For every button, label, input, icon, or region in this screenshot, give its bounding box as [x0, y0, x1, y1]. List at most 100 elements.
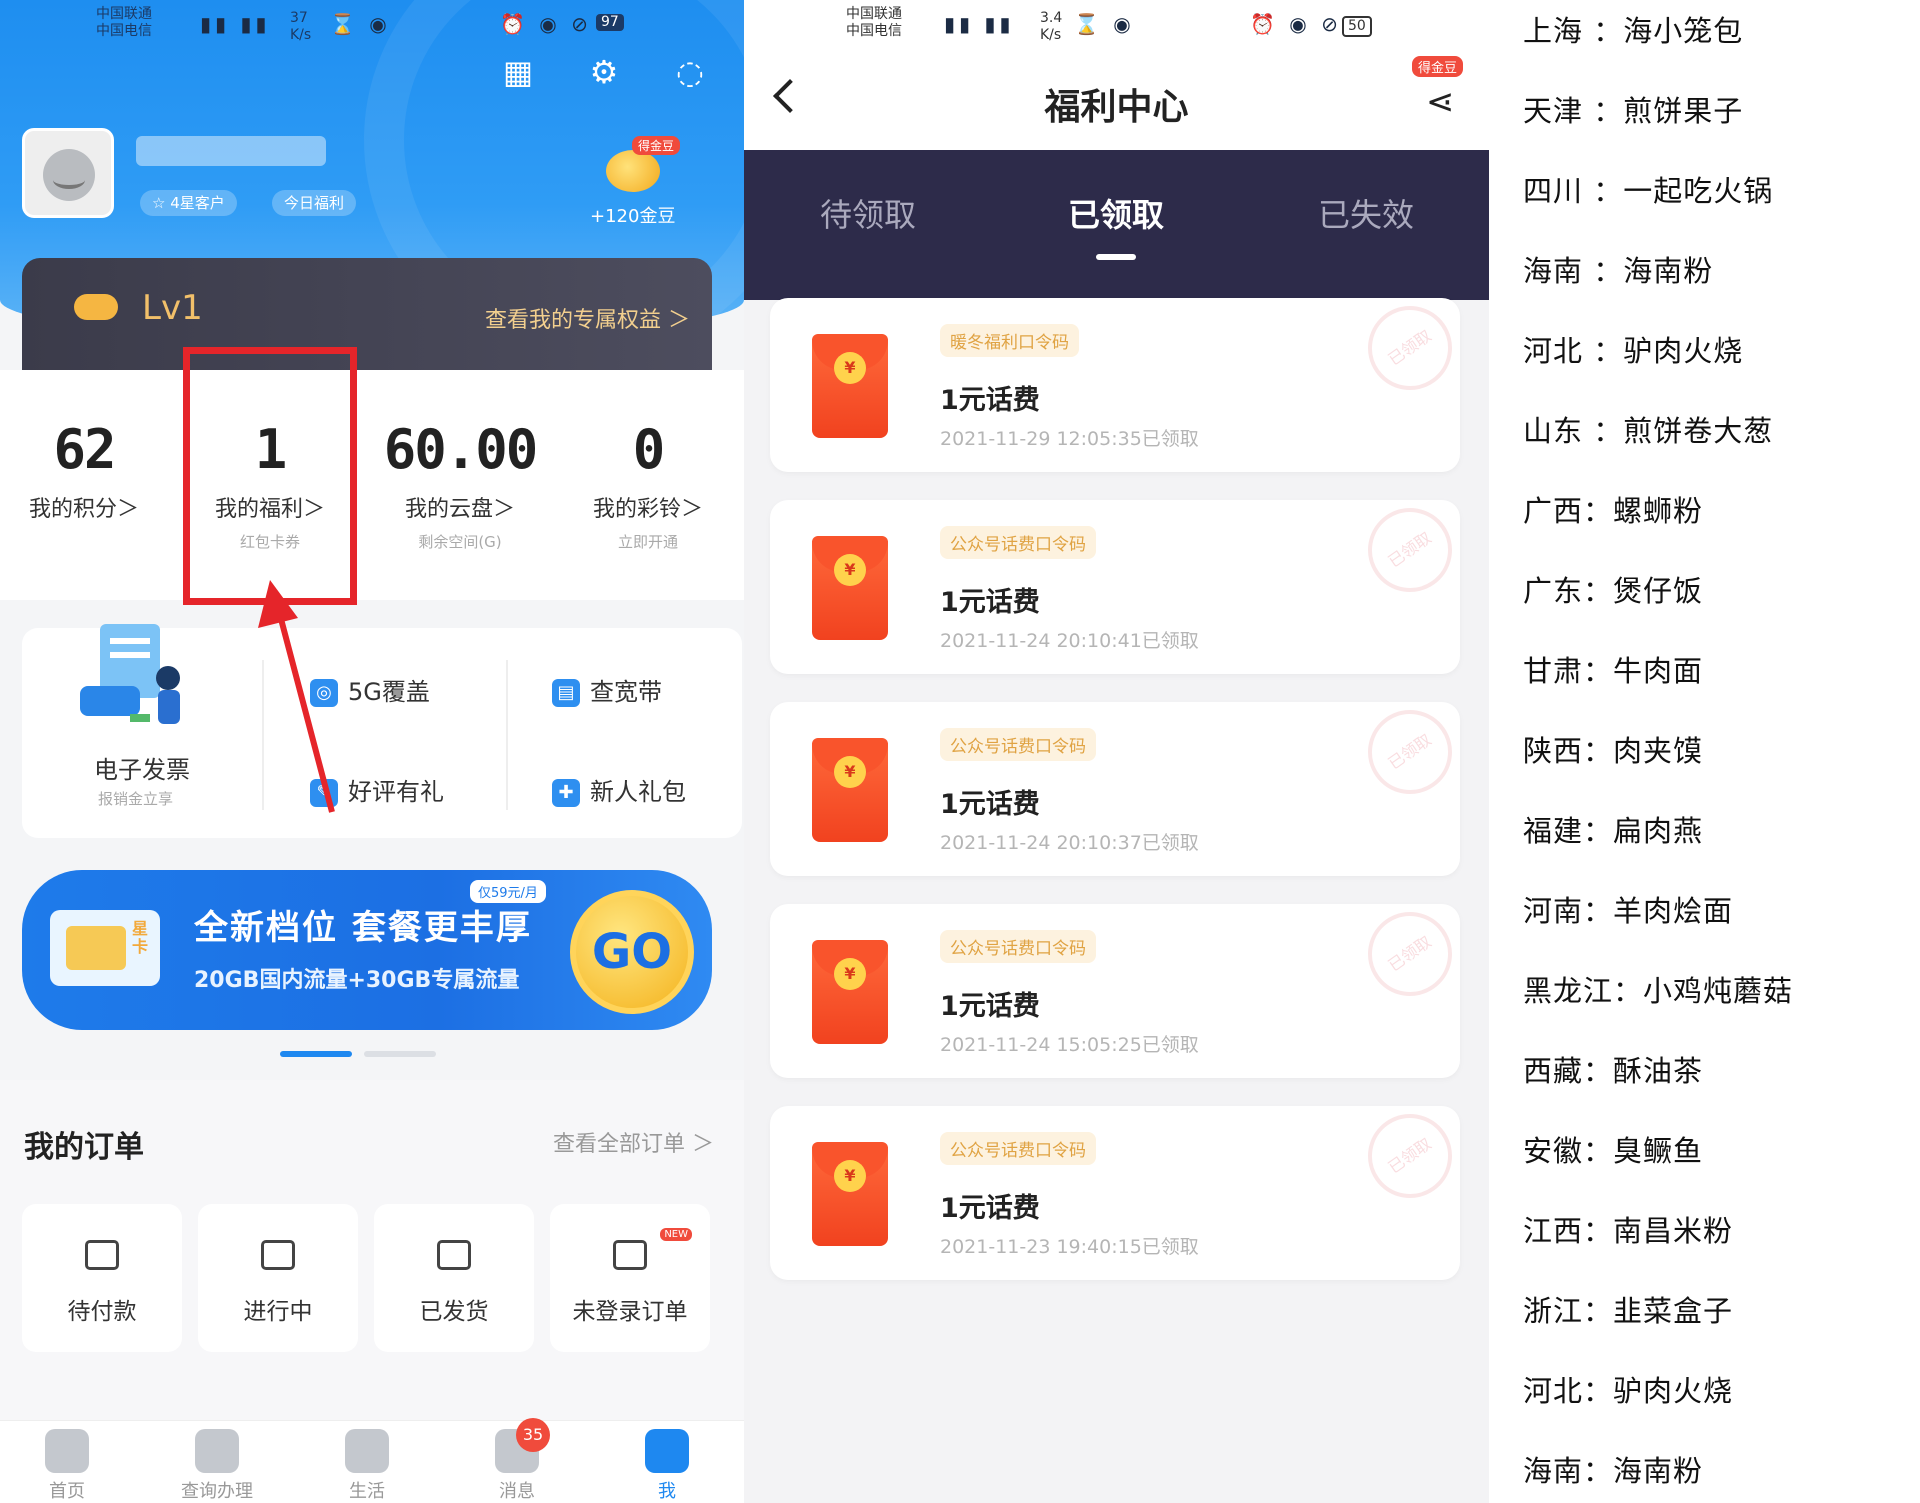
- avatar[interactable]: [22, 128, 114, 218]
- food-item: 四川 ：一起吃火锅: [1523, 174, 1774, 208]
- wifi-icon: ◎: [310, 679, 338, 707]
- tab-label: 查询办理: [181, 1481, 253, 1502]
- account-screen: 中国联通 中国电信 37 K/s ▮▮ ▮▮ ⌛ ◉ ⏰ ◉ ⊘ 97 ▦ ⚙ …: [0, 0, 744, 1503]
- net-speed: 3.4 K/s: [1040, 10, 1062, 44]
- reward-source-tag: 公众号话费口令码: [940, 728, 1096, 761]
- divider: [506, 660, 508, 810]
- speed-value: 37: [290, 10, 308, 26]
- order-label: 已发货: [419, 1299, 489, 1325]
- reward-card[interactable]: ¥ 暖冬福利口令码 1元话费 2021-11-29 12:05:35已领取 已领…: [770, 289, 1469, 472]
- reward-source-tag: 暖冬福利口令码: [940, 324, 1079, 357]
- hourglass-icon: ⌛ ◉: [1074, 12, 1135, 36]
- claimed-stamp: 已领取: [1351, 895, 1469, 1013]
- hourglass-icon: ⌛ ◉: [330, 12, 391, 36]
- view-all-orders-link[interactable]: 查看全部订单 ＞: [553, 1126, 714, 1158]
- service-review-gift[interactable]: ✎ 好评有礼: [310, 772, 444, 807]
- welfare-tabs: 待领取 已领取 已失效: [744, 150, 1489, 300]
- stat-sub: 剩余空间(G): [418, 533, 502, 551]
- carousel-dots: [280, 1042, 448, 1061]
- reward-name: 1元话费: [940, 991, 1040, 1022]
- banner-subtitle: 20GB国内流量+30GB专属流量: [194, 968, 520, 993]
- carrier-2: 中国电信: [846, 23, 902, 39]
- reward-claim-time: 2021-11-23 19:40:15已领取: [940, 1236, 1199, 1258]
- message-count-badge: 35: [516, 1418, 550, 1452]
- service-label: 好评有礼: [348, 778, 444, 806]
- carousel-dot-active[interactable]: [280, 1051, 352, 1057]
- reward-card[interactable]: ¥ 公众号话费口令码 1元话费 2021-11-24 20:10:41已领取 已…: [770, 491, 1469, 674]
- food-item: 江西：南昌米粉: [1523, 1214, 1734, 1248]
- order-label: 进行中: [243, 1299, 313, 1325]
- reward-source-tag: 公众号话费口令码: [940, 930, 1096, 963]
- calendar-icon: [645, 1429, 689, 1473]
- tab-me[interactable]: 我: [612, 1429, 722, 1503]
- message-icon[interactable]: ◌: [670, 52, 710, 92]
- service-newcomer-gift[interactable]: ✚ 新人礼包: [552, 772, 686, 807]
- service-label: 电子发票: [94, 756, 190, 784]
- e-invoice-service[interactable]: 电子发票 报销金立享: [70, 620, 220, 808]
- user-name-blurred: [136, 136, 326, 166]
- qrcode-icon[interactable]: ▦: [498, 52, 538, 92]
- order-in-progress[interactable]: 进行中: [198, 1204, 358, 1352]
- tab-query[interactable]: 查询办理: [162, 1429, 272, 1503]
- reward-card[interactable]: ¥ 公众号话费口令码 1元话费 2021-11-23 19:40:15已领取 已…: [770, 1097, 1469, 1280]
- signal-icon: ▮▮ ▮▮: [944, 12, 1015, 36]
- go-button[interactable]: GO: [570, 890, 694, 1014]
- carousel-dot[interactable]: [364, 1051, 436, 1057]
- service-5g-coverage[interactable]: ◎ 5G覆盖: [310, 672, 430, 707]
- home-icon: [45, 1429, 89, 1473]
- food-item: 西藏：酥油茶: [1523, 1054, 1704, 1088]
- reward-name: 1元话费: [940, 1193, 1040, 1224]
- stat-value: 0: [632, 418, 666, 481]
- order-shipped[interactable]: 已发货: [374, 1204, 534, 1352]
- stat-cloud-drive[interactable]: 60.00 我的云盘＞ 剩余空间(G): [370, 418, 550, 552]
- stat-points[interactable]: 62 我的积分＞: [0, 418, 174, 531]
- order-label: 未登录订单: [572, 1299, 688, 1325]
- gear-icon[interactable]: ⚙: [584, 52, 624, 92]
- gold-bean-label[interactable]: +120金豆: [590, 202, 675, 228]
- reward-card[interactable]: ¥ 公众号话费口令码 1元话费 2021-11-24 15:05:25已领取 已…: [770, 895, 1469, 1078]
- alarm-location-mute-icons: ⏰ ◉ ⊘: [500, 12, 592, 36]
- stat-label: 我的彩铃＞: [592, 497, 703, 522]
- net-speed: 37 K/s: [290, 10, 311, 44]
- claimed-stamp: 已领取: [1351, 1097, 1469, 1215]
- claimed-stamp: 已领取: [1351, 693, 1469, 811]
- order-not-logged-in[interactable]: NEW 未登录订单: [550, 1204, 710, 1352]
- level-bar[interactable]: Lv1 查看我的专属权益 ＞: [22, 258, 712, 370]
- claimed-stamp: 已领取: [1351, 289, 1469, 407]
- daily-welfare-badge[interactable]: 今日福利: [272, 190, 357, 216]
- food-item: 陕西：肉夹馍: [1523, 734, 1704, 768]
- reward-card[interactable]: ¥ 公众号话费口令码 1元话费 2021-11-24 20:10:37已领取 已…: [770, 693, 1469, 876]
- reward-claim-time: 2021-11-24 20:10:37已领取: [940, 832, 1199, 854]
- tab-to-claim[interactable]: 待领取: [768, 190, 968, 236]
- member-level-badge[interactable]: ☆ 4星客户: [140, 190, 237, 216]
- stat-ringtone[interactable]: 0 我的彩铃＞ 立即开通: [558, 418, 738, 552]
- tab-life[interactable]: 生活: [312, 1429, 422, 1503]
- tab-claimed[interactable]: 已领取: [1016, 190, 1216, 260]
- service-check-broadband[interactable]: ▤ 查宽带: [552, 672, 662, 707]
- orders-title: 我的订单: [24, 1130, 144, 1165]
- order-list-icon: [613, 1240, 647, 1270]
- reward-source-tag: 公众号话费口令码: [940, 1132, 1096, 1165]
- battery-icon: 50: [1342, 16, 1372, 37]
- tab-expired[interactable]: 已失效: [1266, 190, 1466, 236]
- tab-home[interactable]: 首页: [12, 1429, 122, 1503]
- status-bar-carriers: 中国联通 中国电信: [846, 6, 902, 40]
- new-badge: NEW: [660, 1228, 692, 1241]
- service-sub: 报销金立享: [98, 790, 174, 808]
- page-title: 福利中心: [1044, 87, 1189, 128]
- food-item: 河南：羊肉烩面: [1523, 894, 1734, 928]
- tab-label: 生活: [349, 1481, 385, 1502]
- red-envelope-icon: ¥: [812, 738, 888, 842]
- stat-sub: 立即开通: [617, 533, 678, 551]
- exclusive-benefits-link[interactable]: 查看我的专属权益 ＞: [485, 302, 690, 334]
- order-pending-payment[interactable]: 待付款: [22, 1204, 182, 1352]
- gold-bean-icon[interactable]: [606, 150, 660, 192]
- food-item: 广西：螺蛳粉: [1523, 494, 1704, 528]
- welfare-header: 中国联通 中国电信 3.4 K/s ▮▮ ▮▮ ⌛ ◉ ⏰ ◉ ⊘ 50 福利中…: [744, 0, 1489, 150]
- speed-value: 3.4: [1040, 10, 1063, 26]
- promo-banner[interactable]: 星卡 全新档位 套餐更丰厚 20GB国内流量+30GB专属流量 仅59元/月 G…: [22, 870, 712, 1030]
- tab-label: 首页: [49, 1481, 85, 1502]
- sim-chip: [66, 926, 126, 970]
- status-bar-carriers: 中国联通 中国电信: [96, 6, 152, 40]
- share-icon[interactable]: ⋖: [1426, 82, 1455, 122]
